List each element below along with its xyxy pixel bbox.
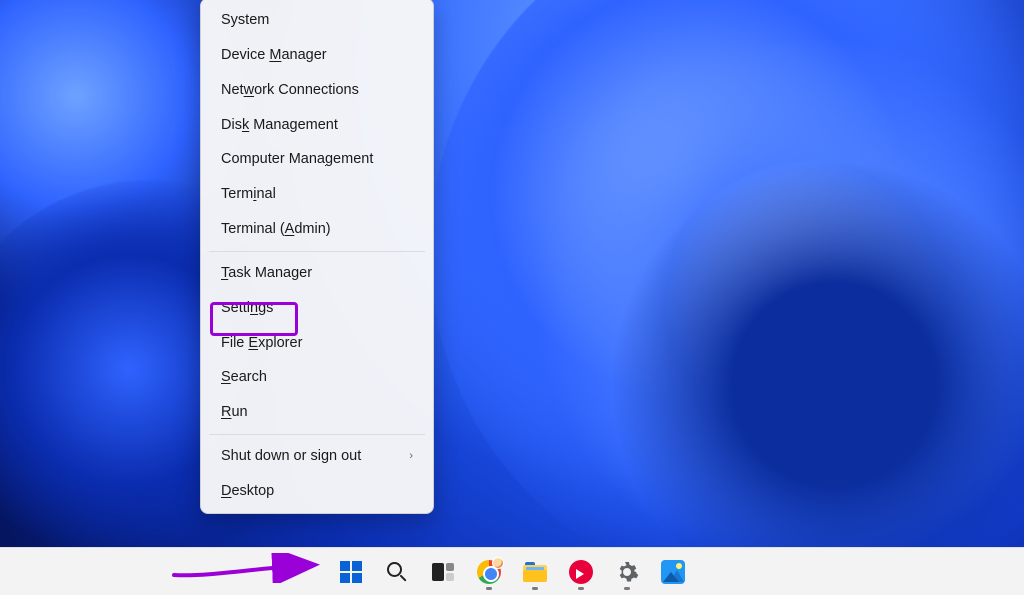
- menu-item-label: Search: [221, 368, 267, 387]
- menu-item-label: Run: [221, 403, 248, 422]
- menu-item-label: Settings: [221, 299, 273, 318]
- chrome-icon: [477, 560, 501, 584]
- task-view-button[interactable]: [423, 552, 463, 592]
- menu-item-label: Terminal (Admin): [221, 220, 331, 239]
- menu-item-shut-down-or-sign-out[interactable]: Shut down or sign out ›: [201, 439, 433, 474]
- taskbar: [0, 547, 1024, 595]
- menu-item-run[interactable]: Run: [201, 395, 433, 430]
- running-indicator: [624, 587, 630, 590]
- winx-context-menu: System Device Manager Network Connections D…: [200, 0, 434, 514]
- menu-separator: [209, 434, 425, 435]
- menu-item-system[interactable]: System: [201, 3, 433, 38]
- ilovepdf-button[interactable]: [561, 552, 601, 592]
- menu-item-network-connections[interactable]: Network Connections: [201, 73, 433, 108]
- file-explorer-icon: [523, 562, 547, 582]
- menu-item-disk-management[interactable]: Disk Management: [201, 108, 433, 143]
- search-button[interactable]: [377, 552, 417, 592]
- menu-item-terminal[interactable]: Terminal: [201, 177, 433, 212]
- ilovepdf-icon: [569, 560, 593, 584]
- menu-item-label: Computer Management: [221, 150, 373, 169]
- start-button[interactable]: [331, 552, 371, 592]
- task-view-icon: [432, 563, 454, 581]
- gear-icon: [615, 560, 639, 584]
- menu-item-label: Device Manager: [221, 46, 327, 65]
- menu-item-label: System: [221, 11, 269, 30]
- menu-item-settings[interactable]: Settings: [201, 291, 433, 326]
- menu-item-label: Disk Management: [221, 116, 338, 135]
- menu-item-device-manager[interactable]: Device Manager: [201, 38, 433, 73]
- file-explorer-button[interactable]: [515, 552, 555, 592]
- chevron-right-icon: ›: [409, 449, 413, 463]
- running-indicator: [578, 587, 584, 590]
- menu-item-desktop[interactable]: Desktop: [201, 474, 433, 509]
- menu-item-label: Network Connections: [221, 81, 359, 100]
- menu-item-label: Shut down or sign out: [221, 447, 361, 466]
- running-indicator: [486, 587, 492, 590]
- menu-item-computer-management[interactable]: Computer Management: [201, 142, 433, 177]
- menu-item-task-manager[interactable]: Task Manager: [201, 256, 433, 291]
- windows-logo-icon: [340, 561, 362, 583]
- settings-button[interactable]: [607, 552, 647, 592]
- photos-button[interactable]: [653, 552, 693, 592]
- menu-item-label: Task Manager: [221, 264, 312, 283]
- menu-item-label: Terminal: [221, 185, 276, 204]
- menu-item-label: Desktop: [221, 482, 274, 501]
- menu-separator: [209, 251, 425, 252]
- menu-item-search[interactable]: Search: [201, 360, 433, 395]
- search-icon: [386, 561, 408, 583]
- menu-item-label: File Explorer: [221, 334, 302, 353]
- running-indicator: [532, 587, 538, 590]
- desktop-wallpaper: System Device Manager Network Connections D…: [0, 0, 1024, 595]
- menu-item-terminal-admin[interactable]: Terminal (Admin): [201, 212, 433, 247]
- chrome-button[interactable]: [469, 552, 509, 592]
- photos-icon: [661, 560, 685, 584]
- profile-badge-icon: [492, 557, 504, 569]
- menu-item-file-explorer[interactable]: File Explorer: [201, 326, 433, 361]
